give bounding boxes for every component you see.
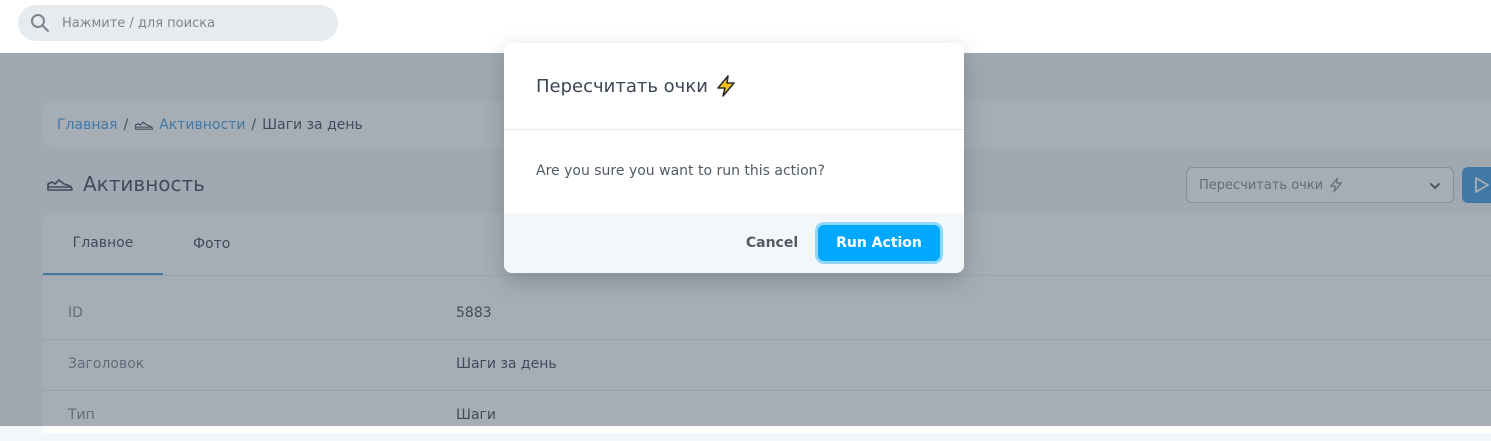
modal-footer: Cancel Run Action [504,213,964,273]
run-action-button[interactable]: Run Action [818,225,940,261]
modal-title: Пересчитать очки [536,75,708,97]
modal-message: Are you sure you want to run this action… [536,163,825,179]
search-icon [31,14,49,32]
cancel-button[interactable]: Cancel [732,226,812,260]
confirm-action-modal: Пересчитать очки Are you sure you want t… [504,43,964,273]
search-box[interactable] [18,5,338,41]
lightning-icon [717,75,735,97]
search-input[interactable] [58,5,336,41]
modal-header: Пересчитать очки [504,43,964,130]
